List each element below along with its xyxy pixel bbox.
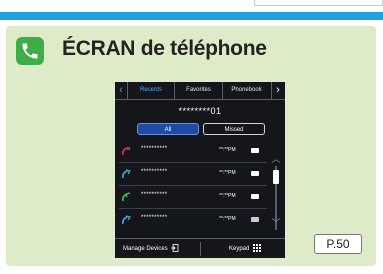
scroll-up-icon[interactable]: ︿ [270,152,282,165]
outgoing-call-icon [122,169,131,179]
incoming-call-icon [122,192,131,202]
filter-all-button[interactable]: All [137,123,199,135]
page-reference[interactable]: P.50 [314,234,362,254]
keypad-button[interactable]: Keypad [229,239,262,258]
phone-icon [16,37,44,65]
scrollbar-thumb[interactable] [273,170,279,184]
call-time: **:**PM [219,147,236,153]
caller-name: ********** [141,169,168,175]
keypad-label: Keypad [229,246,250,252]
phone-display: ‹ Recents Favorites Phonebook › ********… [115,82,285,258]
manage-devices-button[interactable]: Manage Devices [123,239,179,258]
tab-bar: ‹ Recents Favorites Phonebook › [115,82,285,100]
message-icon[interactable] [251,171,259,176]
call-row[interactable]: ********** **:**PM [119,209,267,231]
tab-favorites[interactable]: Favorites [174,82,222,99]
phone-number: ********01 [178,106,222,116]
caller-name: ********** [141,146,168,152]
tab-phonebook[interactable]: Phonebook [222,82,270,99]
bottom-bar: Manage Devices Keypad [115,238,285,258]
caller-name: ********** [141,215,168,221]
missed-call-icon [122,146,131,156]
call-time: **:**PM [219,216,236,222]
device-icon [171,244,179,253]
chevron-left-icon[interactable]: ‹ [115,82,127,99]
header-accent-bar [0,12,383,20]
message-icon[interactable] [251,194,259,199]
chevron-right-icon[interactable]: › [271,82,284,99]
message-icon[interactable] [251,148,259,153]
outgoing-call-icon [122,215,131,225]
caller-name: ********** [141,192,168,198]
scroll-down-icon[interactable]: ﹀ [270,216,282,229]
tab-recents[interactable]: Recents [127,82,174,99]
filter-missed-button[interactable]: Missed [203,123,265,135]
manage-devices-label: Manage Devices [123,246,168,252]
divider [200,242,201,256]
phone-screen-card: ÉCRAN de téléphone ‹ Recents Favorites P… [6,26,376,266]
top-tab [254,0,383,6]
call-time: **:**PM [219,193,236,199]
call-time: **:**PM [219,170,236,176]
call-row[interactable]: ********** **:**PM [119,140,267,163]
keypad-icon [253,244,262,253]
call-row[interactable]: ********** **:**PM [119,163,267,186]
page-title: ÉCRAN de téléphone [62,37,267,60]
call-row[interactable]: ********** **:**PM [119,186,267,209]
message-icon[interactable] [251,217,259,222]
